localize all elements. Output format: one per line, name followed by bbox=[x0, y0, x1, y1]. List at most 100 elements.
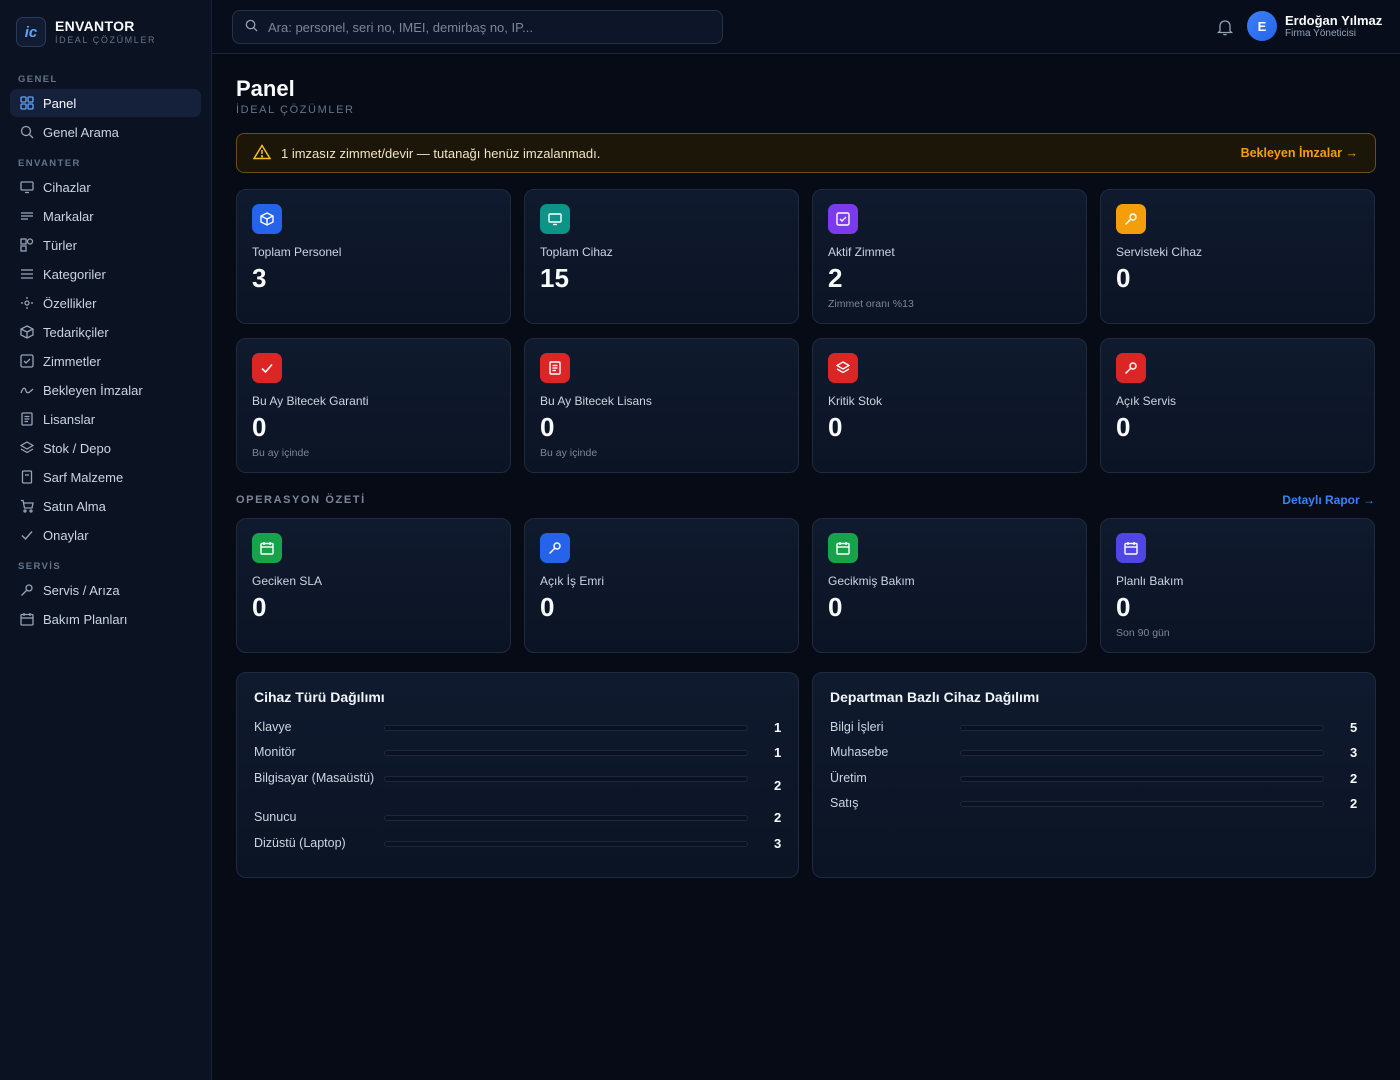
user-role: Firma Yöneticisi bbox=[1285, 27, 1356, 39]
stat-label: Bu Ay Bitecek Lisans bbox=[540, 394, 652, 408]
sidebar-item-markalar[interactable]: Markalar bbox=[10, 202, 201, 230]
operations-summary-title: OPERASYON ÖZETİ bbox=[236, 494, 366, 506]
stat-card-toplam-cihaz[interactable]: Toplam Cihaz 15 bbox=[524, 189, 799, 324]
department-device-distribution: Departman Bazlı Cihaz Dağılımı Bilgi İşl… bbox=[812, 672, 1376, 878]
ops-value: 0 bbox=[828, 592, 843, 622]
sidebar-item-onaylar[interactable]: Onaylar bbox=[10, 521, 201, 549]
sidebar-item-label: Bakım Planları bbox=[43, 611, 128, 627]
sidebar-item-label: Genel Arama bbox=[43, 124, 119, 140]
sidebar-item-label: Lisanslar bbox=[43, 411, 96, 427]
stat-card-aktif-zimmet[interactable]: Aktif Zimmet 2 Zimmet oranı %13 bbox=[812, 189, 1087, 324]
row-label: Satış bbox=[830, 796, 859, 810]
device-type-distribution: Cihaz Türü Dağılımı Klavye 1 Monitör 1 B… bbox=[236, 672, 799, 878]
row-bar bbox=[960, 749, 1324, 756]
monitor-icon bbox=[20, 180, 34, 194]
list-item: Satış bbox=[830, 796, 1324, 811]
stat-card-bitecek-lisans[interactable]: Bu Ay Bitecek Lisans 0 Bu ay içinde bbox=[524, 338, 799, 473]
search-icon bbox=[245, 19, 258, 35]
document-icon bbox=[540, 353, 570, 383]
grid-icon bbox=[20, 96, 34, 110]
stat-card-acik-servis[interactable]: Açık Servis 0 bbox=[1100, 338, 1375, 473]
sidebar-item-lisanslar[interactable]: Lisanslar bbox=[10, 405, 201, 433]
list-item: Monitör bbox=[254, 745, 748, 760]
list-icon bbox=[20, 267, 34, 281]
layers-icon bbox=[20, 441, 34, 455]
row-value: 5 bbox=[1350, 720, 1358, 735]
stat-card-servisteki-cihaz[interactable]: Servisteki Cihaz 0 bbox=[1100, 189, 1375, 324]
row-bar bbox=[384, 814, 748, 821]
sidebar-item-cihazlar[interactable]: Cihazlar bbox=[10, 173, 201, 201]
stat-value: 15 bbox=[540, 263, 569, 293]
row-value: 2 bbox=[774, 810, 782, 825]
sidebar-item-kategoriler[interactable]: Kategoriler bbox=[10, 260, 201, 288]
ops-card-planli-bakim[interactable]: Planlı Bakım 0 Son 90 gün bbox=[1100, 518, 1375, 653]
sidebar-item-servis-ariza[interactable]: Servis / Arıza bbox=[10, 576, 201, 604]
brand-subtitle: İDEAL ÇÖZÜMLER bbox=[55, 35, 157, 45]
row-value: 2 bbox=[1350, 771, 1358, 786]
sidebar-item-ozellikler[interactable]: Özellikler bbox=[10, 289, 201, 317]
bell-icon[interactable] bbox=[1216, 18, 1234, 36]
signature-icon bbox=[20, 383, 34, 397]
ops-card-acik-is-emri[interactable]: Açık İş Emri 0 bbox=[524, 518, 799, 653]
shapes-icon bbox=[20, 238, 34, 252]
nav-section-envanter: ENVANTER bbox=[18, 158, 81, 169]
check-square-icon bbox=[828, 204, 858, 234]
check-square-icon bbox=[20, 354, 34, 368]
sidebar-item-label: Özellikler bbox=[43, 295, 97, 311]
stat-value: 2 bbox=[828, 263, 843, 293]
panel-title: Cihaz Türü Dağılımı bbox=[254, 689, 385, 705]
sidebar-item-panel[interactable]: Panel bbox=[10, 89, 201, 117]
sidebar-item-label: Türler bbox=[43, 237, 77, 253]
sidebar-item-genel-arama[interactable]: Genel Arama bbox=[10, 118, 201, 146]
alert-text: 1 imzasız zimmet/devir — tutanağı henüz … bbox=[281, 145, 601, 161]
sidebar-item-turler[interactable]: Türler bbox=[10, 231, 201, 259]
sidebar-item-label: Satın Alma bbox=[43, 498, 106, 514]
stat-card-kritik-stok[interactable]: Kritik Stok 0 bbox=[812, 338, 1087, 473]
sparkle-icon bbox=[20, 296, 34, 310]
stat-note: Bu ay içinde bbox=[252, 447, 310, 459]
ops-card-gecikmis-bakim[interactable]: Gecikmiş Bakım 0 bbox=[812, 518, 1087, 653]
user-menu[interactable]: E Erdoğan Yılmaz Firma Yöneticisi bbox=[1247, 11, 1382, 41]
search-input[interactable] bbox=[268, 19, 708, 35]
sidebar: ic ENVANTOR İDEAL ÇÖZÜMLER GENEL Panel G… bbox=[0, 0, 212, 1080]
calendar-icon bbox=[1116, 533, 1146, 563]
nav-section-servis: SERVİS bbox=[18, 561, 62, 572]
stat-value: 0 bbox=[828, 412, 843, 442]
check-icon bbox=[20, 528, 34, 542]
brand[interactable]: ic ENVANTOR İDEAL ÇÖZÜMLER bbox=[16, 17, 156, 47]
page-title: Panel bbox=[236, 76, 295, 101]
row-label: Bilgi İşleri bbox=[830, 720, 884, 734]
sidebar-item-sarf-malzeme[interactable]: Sarf Malzeme bbox=[10, 463, 201, 491]
row-label: Üretim bbox=[830, 771, 867, 785]
stat-note: Zimmet oranı %13 bbox=[828, 298, 914, 310]
row-bar bbox=[960, 775, 1324, 782]
check-icon bbox=[252, 353, 282, 383]
user-name: Erdoğan Yılmaz bbox=[1285, 12, 1383, 28]
ops-label: Geciken SLA bbox=[252, 574, 323, 588]
ops-card-geciken-sla[interactable]: Geciken SLA 0 bbox=[236, 518, 511, 653]
stat-value: 0 bbox=[252, 412, 267, 442]
ops-label: Gecikmiş Bakım bbox=[828, 574, 915, 588]
stat-value: 0 bbox=[1116, 412, 1131, 442]
stat-value: 0 bbox=[540, 412, 555, 442]
row-value: 3 bbox=[1350, 745, 1358, 760]
stat-card-toplam-personel[interactable]: Toplam Personel 3 bbox=[236, 189, 511, 324]
sidebar-item-tedarikciler[interactable]: Tedarikçiler bbox=[10, 318, 201, 346]
sidebar-item-bekleyen-imzalar[interactable]: Bekleyen İmzalar bbox=[10, 376, 201, 404]
sidebar-item-bakim-planlari[interactable]: Bakım Planları bbox=[10, 605, 201, 633]
pending-signatures-link[interactable]: Bekleyen İmzalar → bbox=[1241, 146, 1358, 160]
cart-icon bbox=[20, 499, 34, 513]
search-box[interactable] bbox=[232, 10, 723, 44]
detailed-report-link[interactable]: Detaylı Rapor → bbox=[1282, 493, 1375, 507]
sidebar-item-satin-alma[interactable]: Satın Alma bbox=[10, 492, 201, 520]
lines-icon bbox=[20, 209, 34, 223]
row-label: Dizüstü (Laptop) bbox=[254, 836, 346, 850]
sidebar-item-label: Stok / Depo bbox=[43, 440, 111, 456]
sidebar-item-label: Markalar bbox=[43, 208, 94, 224]
wrench-icon bbox=[540, 533, 570, 563]
sidebar-item-zimmetler[interactable]: Zimmetler bbox=[10, 347, 201, 375]
sidebar-item-label: Zimmetler bbox=[43, 353, 101, 369]
stat-label: Aktif Zimmet bbox=[828, 245, 895, 259]
sidebar-item-stok-depo[interactable]: Stok / Depo bbox=[10, 434, 201, 462]
stat-card-bitecek-garanti[interactable]: Bu Ay Bitecek Garanti 0 Bu ay içinde bbox=[236, 338, 511, 473]
